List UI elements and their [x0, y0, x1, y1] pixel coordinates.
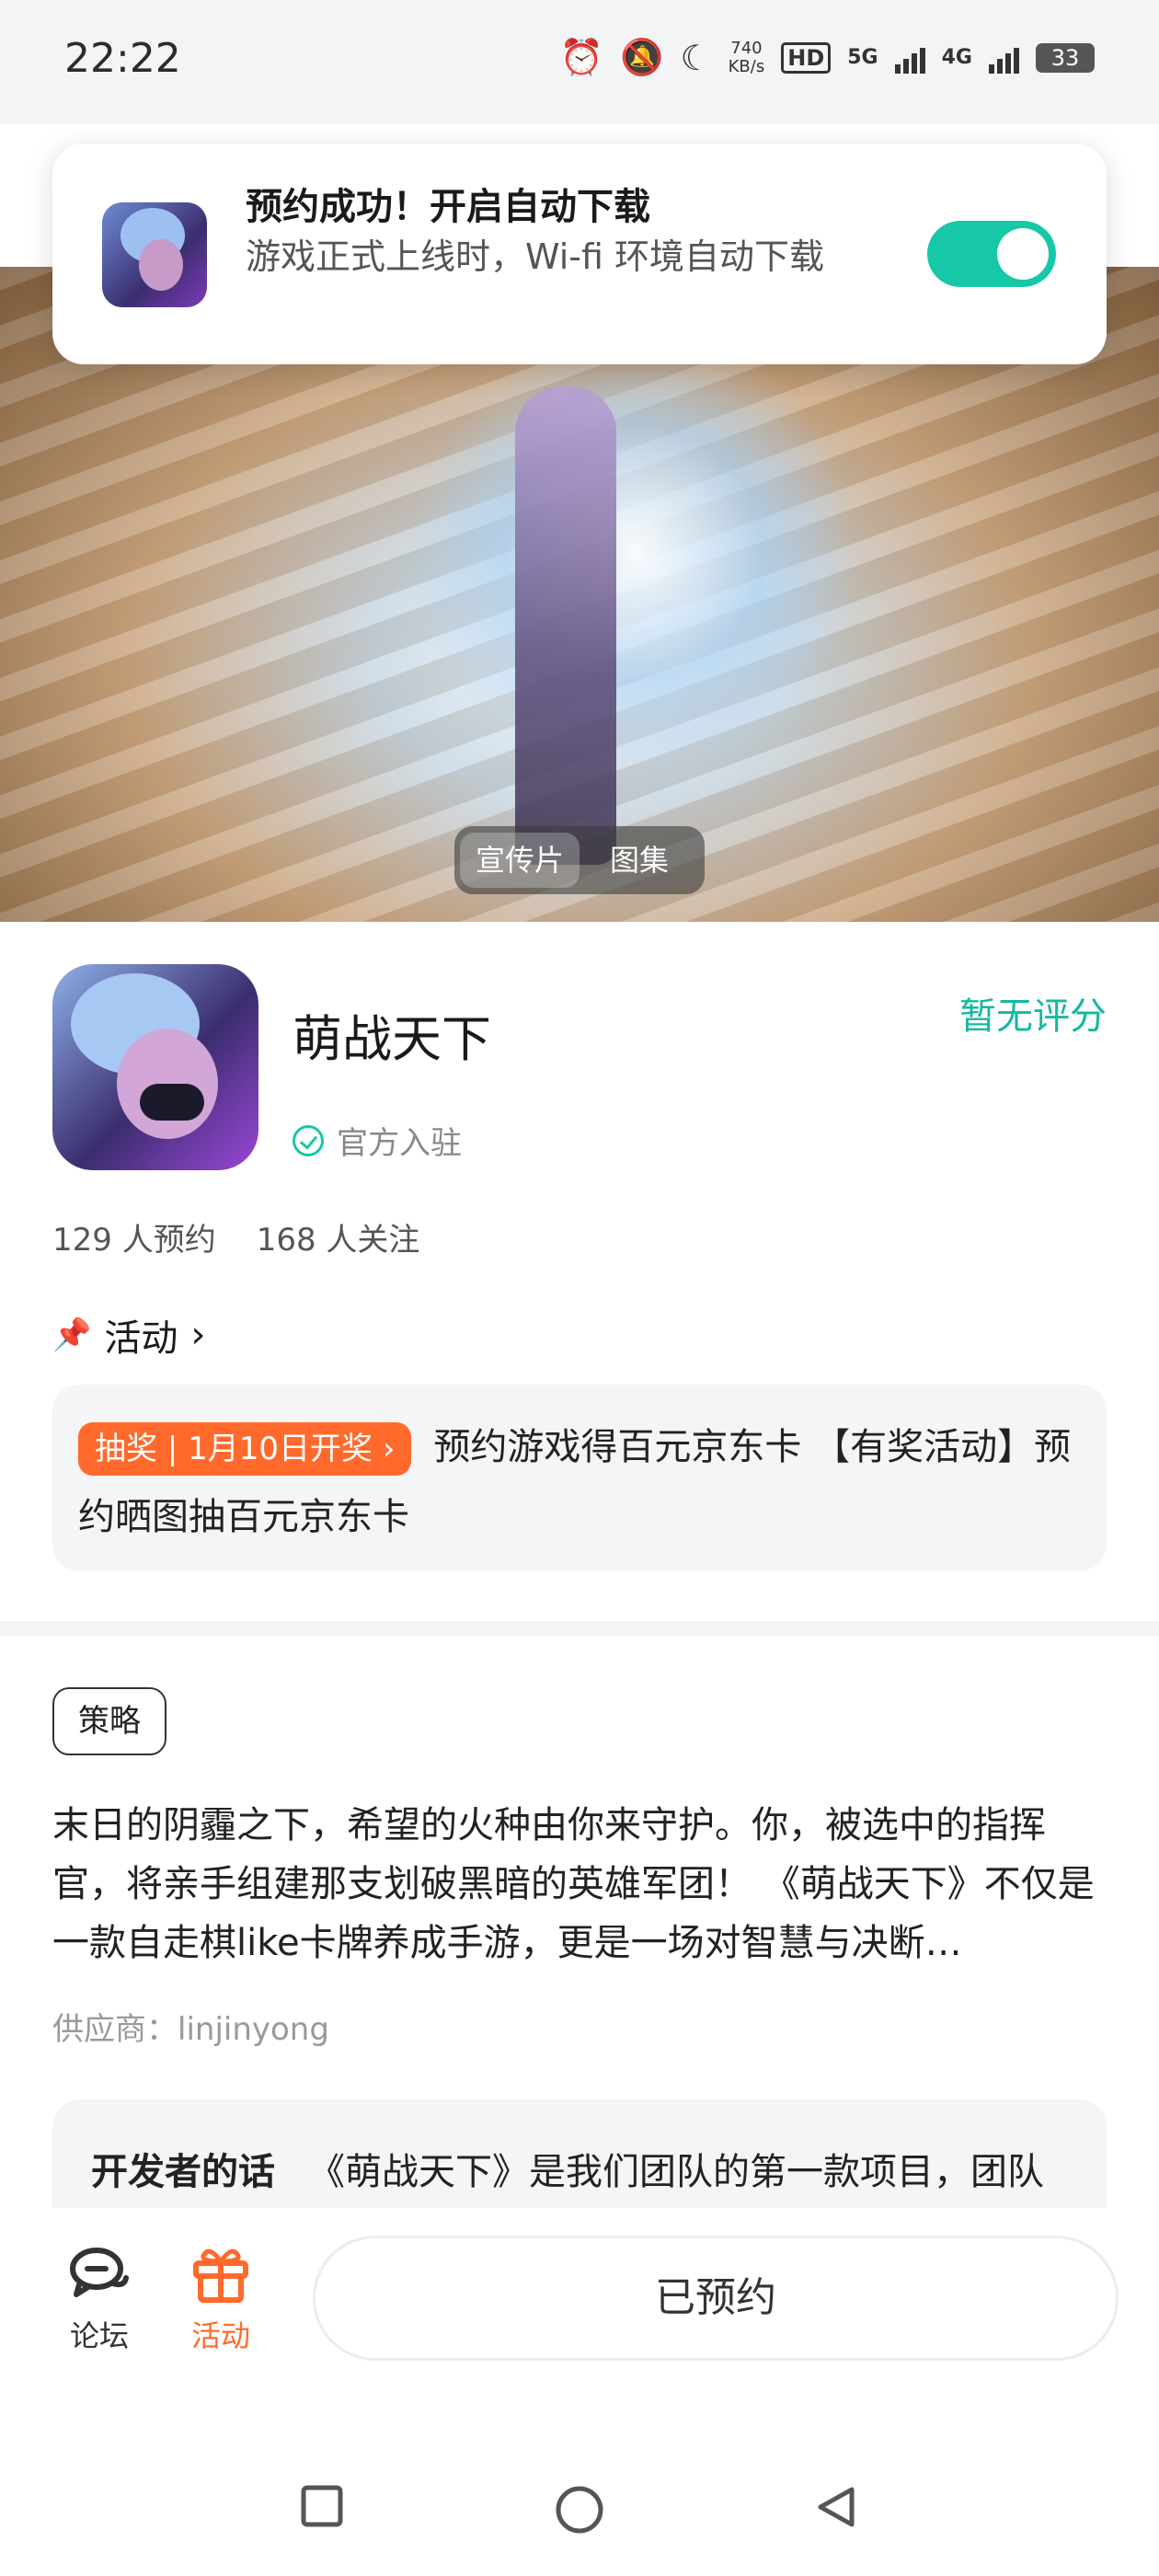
reserved-button[interactable]: 已预约	[313, 2236, 1119, 2361]
developer-label: 开发者的话	[91, 2151, 275, 2193]
activity-header-label: 活动	[104, 1317, 178, 1360]
section-divider	[0, 1621, 1159, 1636]
developer-notes[interactable]: 开发者的话《萌战天下》是我们团队的第一款项目，团队成员都是一帮游戏行业老玩家，因…	[52, 2099, 1107, 2210]
toast-title: 预约成功！开启自动下载	[246, 186, 650, 228]
hero-video[interactable]	[0, 267, 1159, 922]
mute-bell-icon: 🔕	[620, 37, 664, 77]
nav-forum[interactable]: 论坛	[44, 2241, 155, 2355]
strategy-tag[interactable]: 策略	[52, 1687, 166, 1755]
forum-icon	[67, 2241, 132, 2306]
status-bar: 22:22 ⏰ 🔕 ☾ 740 KB/s HD 5G 4G 33	[0, 0, 1159, 124]
chevron-right-icon: ›	[190, 1314, 206, 1356]
toast-game-icon	[102, 202, 207, 307]
game-icon	[52, 964, 258, 1170]
official-label: 官方入驻	[337, 1125, 462, 1162]
activity-card[interactable]: 抽奖 | 1月10日开奖 › 预约游戏得百元京东卡 【有奖活动】预约晒图抽百元京东…	[52, 1385, 1107, 1570]
recents-button[interactable]	[300, 2484, 344, 2532]
status-time: 22:22	[64, 35, 181, 82]
nav-forum-label: 论坛	[69, 2318, 129, 2353]
official-badge: 官方入驻	[293, 1118, 462, 1163]
status-icons: ⏰ 🔕 ☾ 740 KB/s HD 5G 4G 33	[560, 37, 1095, 78]
reservation-toast: 预约成功！开启自动下载 游戏正式上线时，Wi-fi 环境自动下载	[52, 144, 1107, 364]
hero-glow	[396, 340, 874, 764]
rating-text[interactable]: 暂无评分	[959, 986, 1107, 1040]
pin-icon: 📌	[52, 1317, 92, 1353]
hero-character	[515, 386, 616, 865]
home-button[interactable]	[554, 2484, 605, 2539]
media-tabs: 宣传片 图集	[454, 826, 705, 894]
signal-4g-icon	[989, 42, 1019, 74]
tab-gallery[interactable]: 图集	[580, 833, 699, 888]
battery-icon: 33	[1036, 42, 1095, 73]
nav-activity-label: 活动	[190, 2318, 250, 2353]
4g-label: 4G	[941, 46, 972, 69]
signal-5g-icon	[894, 42, 925, 74]
alarm-icon: ⏰	[559, 37, 604, 77]
nav-activity[interactable]: 活动	[166, 2241, 276, 2355]
game-title: 萌战天下	[293, 1010, 491, 1068]
developer-text-block: 开发者的话《萌战天下》是我们团队的第一款项目，团队成员都是一帮游戏行业老玩家，因…	[91, 2142, 1066, 2210]
toast-description: 游戏正式上线时，Wi-fi 环境自动下载	[246, 236, 825, 277]
game-description[interactable]: 末日的阴霾之下，希望的火种由你来守护。你，被选中的指挥官，将亲手组建那支划破黑暗…	[52, 1796, 1107, 1972]
supplier-text: 供应商：linjinyong	[52, 2011, 329, 2048]
hd-icon: HD	[781, 41, 832, 74]
auto-download-toggle[interactable]	[927, 221, 1056, 287]
moon-icon: ☾	[680, 37, 712, 78]
tab-trailer[interactable]: 宣传片	[460, 833, 580, 888]
follower-count: 168 人关注	[256, 1222, 420, 1259]
verified-check-icon	[293, 1124, 324, 1156]
5g-label: 5G	[847, 46, 878, 69]
reservation-count: 129 人预约	[52, 1222, 216, 1259]
system-navigation	[0, 2410, 1159, 2576]
back-button[interactable]	[813, 2484, 859, 2534]
gift-icon	[189, 2241, 253, 2306]
bottom-action-bar: 论坛 活动 已预约	[0, 2208, 1159, 2392]
activity-header[interactable]: 📌 活动 ›	[52, 1308, 205, 1362]
activity-content: 抽奖 | 1月10日开奖 › 预约游戏得百元京东卡 【有奖活动】预约晒图抽百元京东…	[78, 1412, 1081, 1552]
game-stats: 129 人预约 168 人关注	[52, 1214, 419, 1259]
network-speed: 740 KB/s	[728, 38, 765, 76]
lottery-badge[interactable]: 抽奖 | 1月10日开奖 ›	[78, 1422, 412, 1476]
